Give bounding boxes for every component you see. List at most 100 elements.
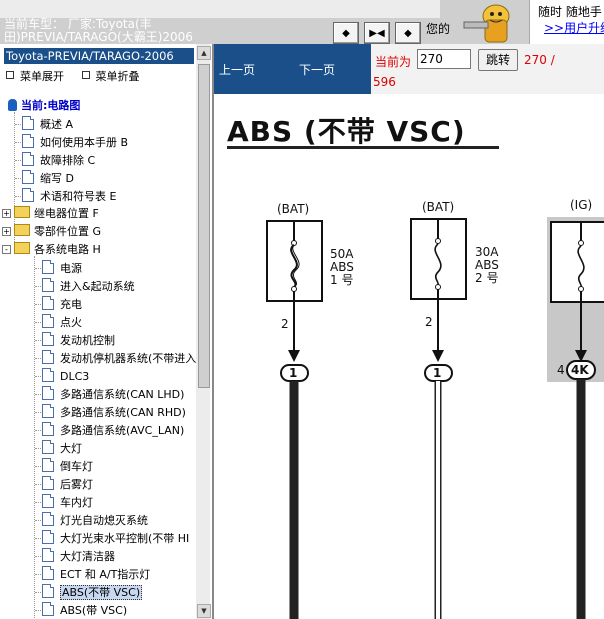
tree-folder[interactable]: + 零部件位置 G	[2, 224, 101, 240]
tree-subitem[interactable]: 充电	[28, 296, 82, 312]
tree-subitem[interactable]: 倒车灯	[28, 458, 93, 474]
document-icon	[22, 116, 34, 130]
tree-item-label: 概述 A	[40, 118, 74, 131]
tree-item-label: 如何使用本手册 B	[40, 136, 129, 149]
folder-icon	[14, 224, 30, 236]
page-count-a: 270 /	[524, 53, 555, 67]
tree-subitem[interactable]: 多路通信系统(CAN RHD)	[28, 404, 186, 420]
document-icon	[22, 134, 34, 148]
collapse-toggle-icon[interactable]: -	[2, 245, 11, 254]
car-model-info: 当前车型： 厂家:Toyota(丰 田)PREVIA/TARAGO(大霸王)20…	[4, 18, 210, 44]
tree-subitem-label: 车内灯	[60, 496, 93, 509]
expand-toggle-icon[interactable]: +	[2, 209, 11, 218]
tree-item[interactable]: 故障排除 C	[8, 152, 95, 168]
document-icon	[42, 404, 54, 418]
tree-subitem-label: 多路通信系统(CAN RHD)	[60, 406, 186, 419]
welcome-text: 您的	[426, 22, 451, 36]
collapse-menu-button[interactable]: 菜单折叠	[81, 70, 140, 83]
tree-item-label: 零部件位置 G	[34, 225, 102, 238]
page-navigation-bar: 上一页 下一页 当前为 跳转 270 / 596	[214, 44, 604, 94]
prev-page-link[interactable]: 上一页	[219, 61, 255, 78]
top-strip	[0, 0, 440, 18]
tree-subitem-label: 后雾灯	[60, 478, 93, 491]
tree-subitem-label: 大灯清洁器	[60, 550, 115, 563]
expand-label: 菜单展开	[20, 70, 64, 83]
document-icon	[42, 566, 54, 580]
document-icon	[42, 386, 54, 400]
tree-subitem[interactable]: 电源	[28, 260, 82, 276]
tree-subitem-label: 多路通信系统(AVC_LAN)	[60, 424, 185, 437]
document-icon	[42, 584, 54, 598]
tree-subitem-label: 充电	[60, 298, 82, 311]
tree-item[interactable]: 如何使用本手册 B	[8, 134, 128, 150]
tree-item[interactable]: 概述 A	[8, 116, 73, 132]
tree-subitem[interactable]: 发动机停机器系统(不带进入	[28, 350, 196, 366]
tree-subitem[interactable]: DLC3	[28, 368, 89, 384]
tree-subitem[interactable]: ABS(带 VSC)	[28, 602, 127, 618]
tree-subitem-label: 进入&起动系统	[60, 280, 135, 293]
car-model-line2: 田)PREVIA/TARAGO(大霸王)2006	[4, 30, 193, 44]
tree-scrollbar[interactable]: ▲ ▼	[196, 44, 211, 619]
tree-subitem-label: 灯光自动熄灭系统	[60, 514, 148, 527]
expand-toggle-icon[interactable]: +	[2, 227, 11, 236]
tree-subitem[interactable]: 大灯光束水平控制(不带 HI	[28, 530, 189, 546]
tree-item-label: 各系统电路 H	[34, 243, 101, 256]
tree-item-label: 故障排除 C	[40, 154, 96, 167]
document-icon	[42, 368, 54, 382]
tree-subitem[interactable]: 灯光自动熄灭系统	[28, 512, 148, 528]
document-icon	[42, 260, 54, 274]
top-bar: 当前车型： 厂家:Toyota(丰 田)PREVIA/TARAGO(大霸王)20…	[0, 0, 604, 44]
tree-subitem[interactable]: 大灯清洁器	[28, 548, 115, 564]
nav-next-button[interactable]: ◆	[395, 22, 421, 44]
fuse1-connector: 1	[289, 366, 298, 380]
tree-item-label: 缩写 D	[40, 172, 74, 185]
tree-subitem[interactable]: 大灯	[28, 440, 82, 456]
tree-item-label: 术语和符号表 E	[40, 190, 117, 203]
document-icon	[42, 350, 54, 364]
nav-button-group: ◆ ▶◀ ◆	[333, 22, 423, 44]
tree-subitem-label: ABS(带 VSC)	[60, 604, 128, 617]
scroll-down-arrow-icon[interactable]: ▼	[197, 604, 211, 618]
mascot-logo	[463, 4, 510, 43]
tree-subitem[interactable]: 后雾灯	[28, 476, 93, 492]
scroll-up-arrow-icon[interactable]: ▲	[197, 46, 211, 60]
tree-subitem[interactable]: 进入&起动系统	[28, 278, 135, 294]
tree-subitem[interactable]: 多路通信系统(AVC_LAN)	[28, 422, 184, 438]
nav-prev-button[interactable]: ◆	[333, 22, 359, 44]
fuse2-connector: 1	[433, 366, 442, 380]
tree-subitem[interactable]: 点火	[28, 314, 82, 330]
tree-subitem[interactable]: ECT 和 A/T指示灯	[28, 566, 150, 582]
tree-item[interactable]: 缩写 D	[8, 170, 74, 186]
tree-subitem[interactable]: 发动机控制	[28, 332, 115, 348]
tree-subitem[interactable]: ABS(不带 VSC)	[28, 584, 143, 600]
tree-subitem-label: 倒车灯	[60, 460, 93, 473]
document-icon	[42, 530, 54, 544]
page-number-input[interactable]	[417, 49, 471, 69]
book-icon	[8, 99, 17, 111]
tree-root[interactable]: 当前:电路图	[8, 98, 80, 114]
expand-icon	[6, 71, 14, 79]
tree-folder[interactable]: + 继电器位置 F	[2, 206, 99, 222]
scroll-thumb[interactable]	[198, 64, 210, 388]
tree-item[interactable]: 术语和符号表 E	[8, 188, 116, 204]
next-page-link[interactable]: 下一页	[299, 61, 335, 78]
document-icon	[42, 422, 54, 436]
tree-folder[interactable]: - 各系统电路 H	[2, 242, 101, 258]
tree-subitem[interactable]: 车内灯	[28, 494, 93, 510]
document-icon	[42, 512, 54, 526]
document-icon	[42, 494, 54, 508]
jump-button[interactable]: 跳转	[478, 49, 518, 71]
document-icon	[22, 152, 34, 166]
tree-subitem-label: 发动机控制	[60, 334, 115, 347]
document-icon	[42, 476, 54, 490]
upgrade-link[interactable]: >>用户升级	[544, 21, 604, 35]
promo-text: 随时 随地手	[538, 5, 602, 19]
expand-menu-button[interactable]: 菜单展开	[6, 70, 64, 83]
document-icon	[22, 188, 34, 202]
tree-subitem[interactable]: 多路通信系统(CAN LHD)	[28, 386, 184, 402]
document-icon	[42, 314, 54, 328]
tree-subitem-label: 大灯光束水平控制(不带 HI	[60, 532, 190, 545]
nav-fit-button[interactable]: ▶◀	[364, 22, 390, 44]
collapse-icon	[81, 71, 90, 79]
document-icon	[42, 296, 54, 310]
